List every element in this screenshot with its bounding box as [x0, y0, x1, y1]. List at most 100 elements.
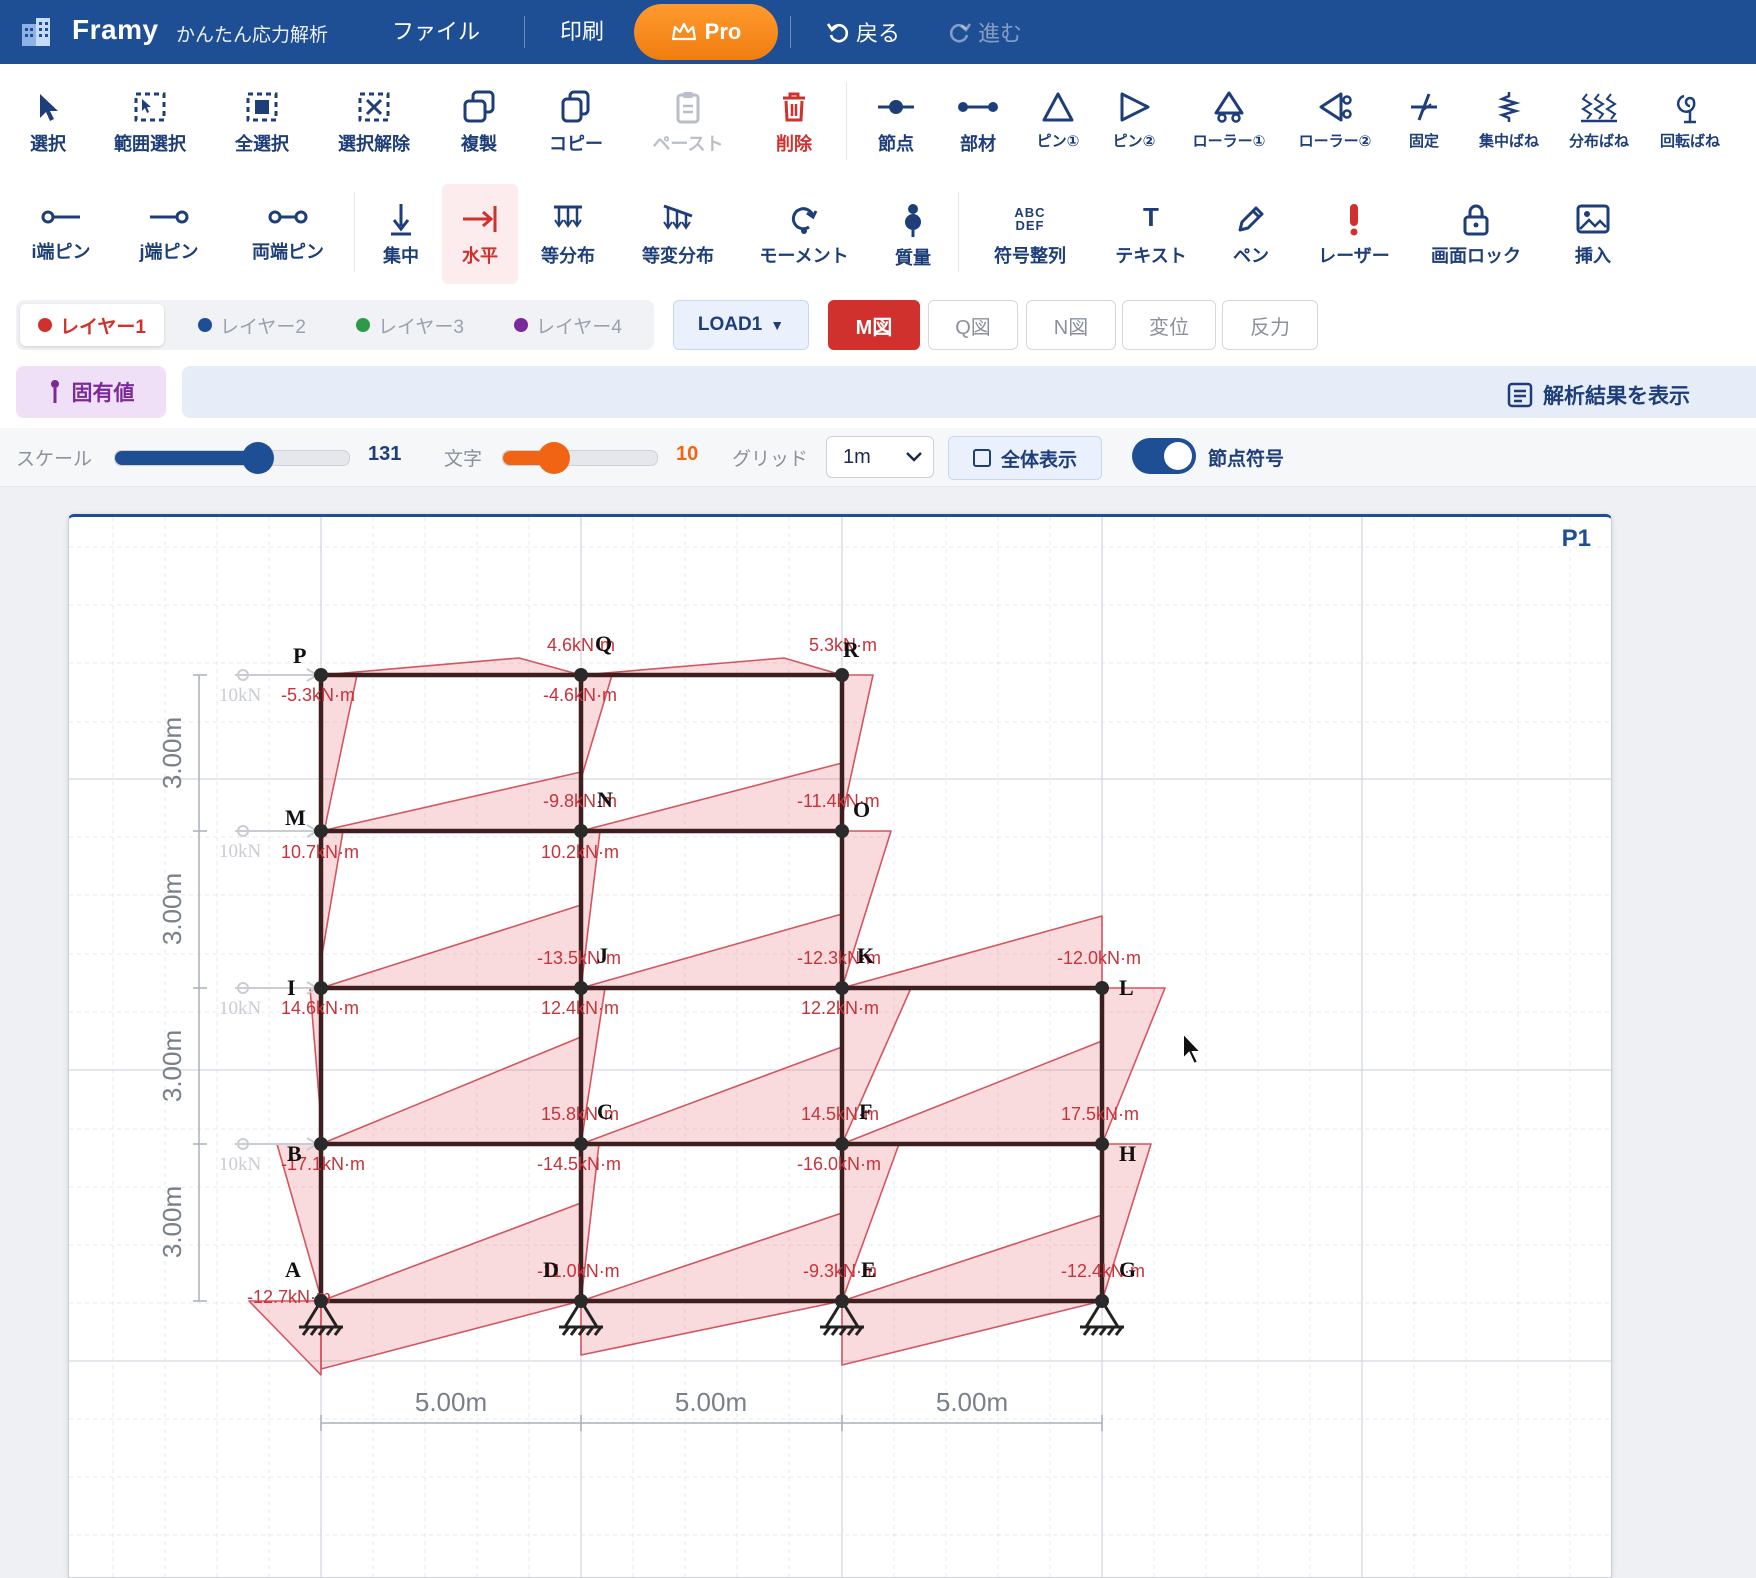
tool-label: レーザー	[1318, 246, 1390, 266]
screen-lock-tool[interactable]: 画面ロック	[1426, 202, 1526, 268]
node-label-toggle[interactable]	[1132, 438, 1196, 474]
horizontal-load-tool[interactable]: 水平	[442, 184, 518, 284]
select-all-tool[interactable]: 全選択	[212, 90, 312, 156]
copy-tool[interactable]: コピー	[540, 90, 612, 156]
laser-tool[interactable]: レーザー	[1306, 202, 1402, 268]
uniform-load-icon	[554, 205, 582, 228]
redo-label: 進む	[978, 21, 1023, 46]
node-tool[interactable]: 節点	[870, 90, 922, 156]
scale-value: 131	[368, 443, 402, 465]
grid-select[interactable]: 1m	[826, 436, 934, 478]
frame-members[interactable]	[318, 672, 1105, 1304]
node-label: F	[859, 1099, 872, 1124]
varying-load-tool[interactable]: 等変分布	[630, 202, 726, 268]
tool-label: 選択解除	[338, 134, 410, 154]
rot-spring-tool[interactable]: 回転ばね	[1650, 90, 1730, 151]
axial-diagram-tab[interactable]: N図	[1026, 300, 1116, 350]
mass-tool[interactable]: 質量	[882, 202, 944, 270]
paste-icon	[676, 92, 700, 124]
pen-tool[interactable]: ペン	[1222, 202, 1280, 268]
text-size-slider[interactable]	[502, 442, 658, 474]
select-tool[interactable]: 選択	[10, 90, 86, 156]
displacement-tab[interactable]: 変位	[1122, 300, 1216, 350]
roller1-tool[interactable]: ローラー①	[1184, 90, 1274, 151]
moment-label: 12.2kN·m	[801, 998, 879, 1018]
dist-spring-tool[interactable]: 分布ばね	[1560, 90, 1638, 151]
load-case-select[interactable]: LOAD1 ▼	[673, 300, 809, 350]
point-load-tool[interactable]: 集中	[370, 202, 432, 268]
delete-tool[interactable]: 削除	[766, 90, 822, 156]
duplicate-tool[interactable]: 複製	[446, 90, 512, 156]
j-end-pin-tool[interactable]: j端ピン	[126, 202, 212, 264]
eigenvalue-button[interactable]: 固有値	[16, 366, 166, 418]
drawing-canvas[interactable]: P1 3.00m 3.00m 3.00m 3.00m 5.00m 5.00m 5…	[68, 514, 1612, 1578]
mouse-pointer-icon	[1182, 1031, 1204, 1066]
roller2-tool[interactable]: ローラー②	[1290, 90, 1380, 151]
point-spring-tool[interactable]: 集中ばね	[1470, 90, 1548, 151]
deselect-tool[interactable]: 選択解除	[322, 90, 426, 156]
moment-label: -5.3kN·m	[281, 685, 355, 705]
main-toolbar: 選択 範囲選択 全選択 選択解除 複製 コピー ペースト 削除 節点 部材 ピン…	[0, 64, 1756, 177]
tool-label: 回転ばね	[1659, 133, 1720, 150]
file-menu[interactable]: ファイル	[392, 14, 480, 46]
tool-label: 画面ロック	[1431, 246, 1521, 266]
moment-label: -16.0kN·m	[797, 1154, 881, 1174]
layer-tab-4[interactable]: レイヤー4	[496, 304, 640, 346]
print-menu[interactable]: 印刷	[560, 14, 604, 46]
layer-tab-3[interactable]: レイヤー3	[338, 304, 482, 346]
distributed-spring-icon	[1581, 93, 1617, 123]
pen-icon	[1238, 206, 1264, 232]
lock-icon	[1463, 204, 1489, 236]
tool-label: ペースト	[652, 134, 724, 154]
layer-color-dot	[38, 318, 52, 332]
member-tool[interactable]: 部材	[950, 90, 1006, 156]
moment-tool[interactable]: モーメント	[750, 202, 858, 268]
duplicate-icon	[463, 90, 495, 123]
i-end-pin-tool[interactable]: i端ピン	[18, 202, 104, 264]
layer-tab-1[interactable]: レイヤー1	[20, 304, 164, 346]
frame-model[interactable]: 3.00m 3.00m 3.00m 3.00m 5.00m 5.00m 5.00…	[69, 517, 1611, 1577]
pro-button[interactable]: Pro	[634, 4, 778, 60]
node-label: O	[853, 797, 870, 822]
toolbar-divider	[958, 192, 959, 272]
fixed-support-icon	[1411, 93, 1437, 121]
scale-slider-thumb[interactable]	[242, 442, 274, 474]
toolbar-divider	[846, 82, 847, 160]
uniform-load-tool[interactable]: 等分布	[530, 202, 606, 268]
scale-slider[interactable]	[114, 442, 350, 474]
node-icon	[878, 100, 914, 114]
deselect-icon	[358, 92, 390, 122]
both-end-pin-tool[interactable]: 両端ピン	[240, 202, 336, 264]
node-label: J	[597, 943, 608, 968]
fixed-tool[interactable]: 固定	[1400, 90, 1448, 151]
fit-all-button[interactable]: 全体表示	[948, 436, 1102, 480]
pin2-tool[interactable]: ピン②	[1104, 90, 1164, 151]
moment-label: -14.5kN·m	[537, 1154, 621, 1174]
paste-tool[interactable]: ペースト	[640, 90, 736, 156]
show-results-button[interactable]: 解析結果を表示	[1507, 380, 1690, 410]
auto-label-tool[interactable]: ABC DEF 符号整列	[982, 202, 1078, 268]
toggle-knob	[1164, 442, 1192, 470]
text-size-label: 文字	[444, 449, 483, 470]
layer-tab-2[interactable]: レイヤー2	[180, 304, 324, 346]
tool-label: 両端ピン	[252, 242, 324, 262]
insert-tool[interactable]: 挿入	[1566, 202, 1620, 268]
redo-button[interactable]: 進む	[948, 16, 1022, 48]
grid-label: グリッド	[732, 449, 809, 470]
text-tool[interactable]: T テキスト	[1106, 202, 1196, 268]
moment-diagram	[248, 657, 1166, 1376]
range-select-tool[interactable]: 範囲選択	[102, 90, 198, 156]
reaction-tab[interactable]: 反力	[1222, 300, 1318, 350]
shear-diagram-tab[interactable]: Q図	[928, 300, 1018, 350]
eigenvalue-label: 固有値	[71, 382, 135, 405]
moment-label: -4.6kN·m	[543, 685, 617, 705]
pro-label: Pro	[704, 19, 742, 44]
undo-button[interactable]: 戻る	[826, 16, 900, 48]
eigen-bar: 固有値 解析結果を表示	[0, 358, 1756, 429]
pin1-tool[interactable]: ピン①	[1028, 90, 1088, 151]
pin-support-icon	[1042, 92, 1074, 122]
text-size-slider-thumb[interactable]	[538, 442, 570, 474]
top-bar: Framy かんたん応力解析 ファイル 印刷 Pro 戻る 進む	[0, 0, 1756, 64]
building-logo-icon	[22, 18, 50, 46]
moment-diagram-tab[interactable]: M図	[828, 300, 920, 350]
